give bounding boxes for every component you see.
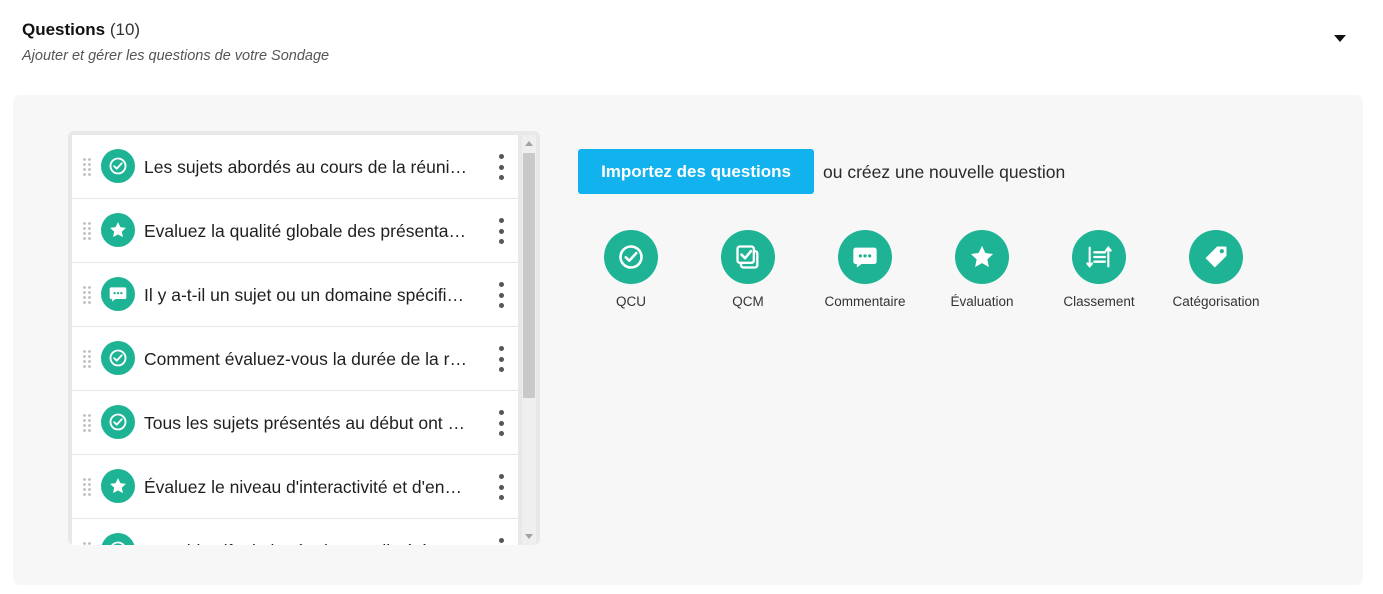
question-list-container: Les sujets abordés au cours de la réunio… (68, 131, 540, 545)
star-icon (101, 469, 135, 503)
question-row[interactable]: Tous les sujets présentés au début ont é… (72, 391, 518, 455)
drag-handle-icon[interactable] (82, 477, 92, 497)
question-type-label: Classement (1063, 294, 1135, 309)
question-text[interactable]: Evaluez la qualité globale des présentat… (144, 220, 468, 242)
drag-handle-icon[interactable] (82, 221, 92, 241)
question-type-label: Commentaire (824, 294, 906, 309)
question-type-label: Évaluation (950, 294, 1014, 309)
question-row[interactable]: Il y a-t-il un sujet ou un domaine spéci… (72, 263, 518, 327)
scrollbar-thumb[interactable] (523, 153, 535, 398)
drag-handle-icon[interactable] (82, 157, 92, 177)
check-circle-icon (101, 405, 135, 439)
star-icon (101, 213, 135, 247)
collapse-toggle-icon[interactable] (1334, 35, 1346, 42)
section-header: Questions (10) Ajouter et gérer les ques… (22, 18, 1362, 70)
question-type-qcm[interactable]: QCM (693, 230, 803, 309)
question-text[interactable]: Tous les sujets présentés au début ont é… (144, 412, 468, 434)
create-question-hint: ou créez une nouvelle question (823, 162, 1066, 182)
questions-panel: Les sujets abordés au cours de la réunio… (13, 95, 1363, 585)
question-type--valuation[interactable]: Évaluation (927, 230, 1037, 309)
drag-handle-icon[interactable] (82, 349, 92, 369)
question-text[interactable]: Évaluez le niveau d'interactivité et d'e… (144, 476, 468, 498)
drag-handle-icon[interactable] (82, 413, 92, 433)
question-row[interactable]: Comment évaluez-vous la durée de la réun… (72, 327, 518, 391)
more-options-icon[interactable] (494, 282, 508, 308)
more-options-icon[interactable] (494, 410, 508, 436)
more-options-icon[interactable] (494, 538, 508, 545)
section-subtitle: Ajouter et gérer les questions de votre … (22, 48, 330, 64)
question-row[interactable]: Evaluez la qualité globale des présentat… (72, 199, 518, 263)
question-type-label: QCM (732, 294, 764, 309)
question-type-classement[interactable]: Classement (1044, 230, 1154, 309)
question-row[interactable]: Les objectifs de la réunion ont-ils été (72, 519, 518, 545)
question-type-label: QCU (616, 294, 646, 309)
more-options-icon[interactable] (494, 346, 508, 372)
import-questions-button[interactable]: Importez des questions (578, 149, 814, 194)
check-circle-icon (101, 341, 135, 375)
scroll-down-arrow-icon[interactable] (525, 534, 533, 539)
question-text[interactable]: Les objectifs de la réunion ont-ils été (144, 540, 468, 545)
question-count: (10) (109, 20, 141, 39)
question-text[interactable]: Comment évaluez-vous la durée de la réun… (144, 348, 468, 370)
drag-handle-icon[interactable] (82, 285, 92, 305)
question-type-commentaire[interactable]: Commentaire (810, 230, 920, 309)
comment-icon (101, 277, 135, 311)
question-list: Les sujets abordés au cours de la réunio… (72, 135, 518, 545)
question-row[interactable]: Les sujets abordés au cours de la réunio… (72, 135, 518, 199)
ranking-icon[interactable] (1072, 230, 1126, 284)
more-options-icon[interactable] (494, 218, 508, 244)
scroll-up-arrow-icon[interactable] (525, 141, 533, 146)
check-circle-icon (101, 149, 135, 183)
tag-icon[interactable] (1189, 230, 1243, 284)
drag-handle-icon[interactable] (82, 541, 92, 545)
more-options-icon[interactable] (494, 474, 508, 500)
star-icon[interactable] (955, 230, 1009, 284)
multi-check-icon[interactable] (721, 230, 775, 284)
section-title-text: Questions (22, 20, 106, 39)
question-text[interactable]: Il y a-t-il un sujet ou un domaine spéci… (144, 284, 468, 306)
question-type-cat-gorisation[interactable]: Catégorisation (1161, 230, 1271, 309)
check-circle-icon[interactable] (604, 230, 658, 284)
comment-icon[interactable] (838, 230, 892, 284)
question-type-qcu[interactable]: QCU (576, 230, 686, 309)
question-row[interactable]: Évaluez le niveau d'interactivité et d'e… (72, 455, 518, 519)
more-options-icon[interactable] (494, 154, 508, 180)
question-text[interactable]: Les sujets abordés au cours de la réunio… (144, 156, 468, 178)
check-circle-icon (101, 533, 135, 545)
question-type-label: Catégorisation (1172, 294, 1260, 309)
section-title: Questions (10) (22, 18, 1362, 42)
question-list-scrollbar[interactable] (522, 135, 536, 545)
